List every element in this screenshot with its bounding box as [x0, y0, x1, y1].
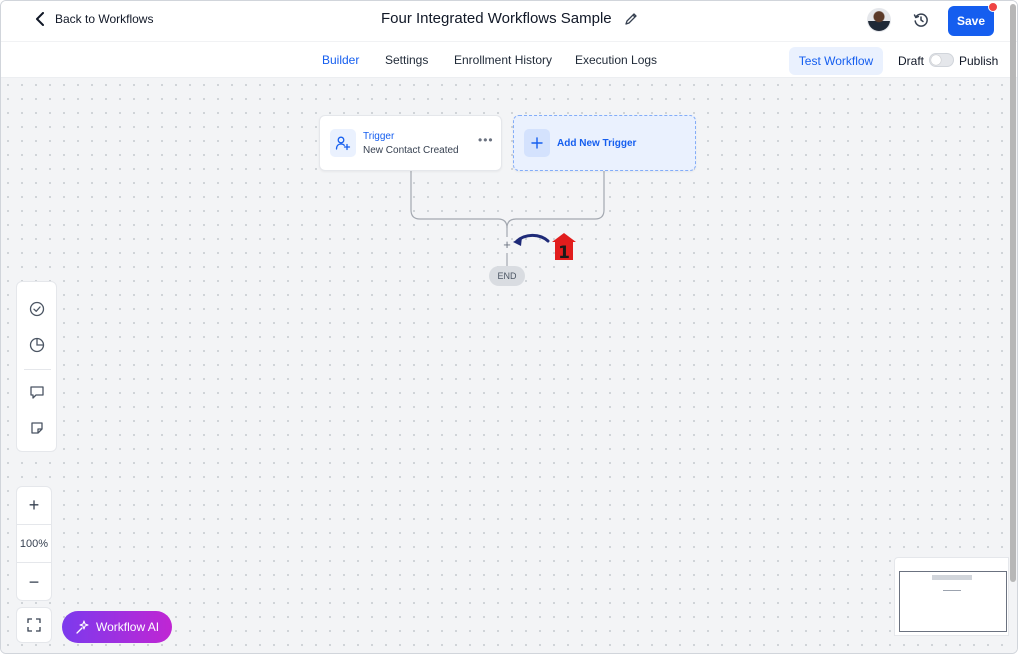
zoom-in-button[interactable]: + [17, 487, 51, 523]
trigger-subtitle: New Contact Created [363, 145, 459, 156]
more-options-icon[interactable]: ••• [478, 133, 494, 147]
workflow-ai-button[interactable]: Workflow AI [62, 611, 172, 643]
expand-icon [27, 618, 41, 632]
zoom-controls: + 100% − [16, 486, 52, 601]
tab-builder[interactable]: Builder [322, 53, 360, 80]
add-new-trigger-button[interactable]: Add New Trigger [513, 115, 696, 171]
comment-icon[interactable] [27, 382, 47, 402]
sticky-note-icon[interactable] [27, 418, 47, 438]
publish-toggle[interactable] [929, 53, 954, 67]
clock-history-icon[interactable] [913, 12, 929, 28]
plus-icon [524, 129, 550, 157]
zoom-level: 100% [17, 524, 51, 563]
sparkles-icon [76, 620, 89, 634]
back-to-workflows-link[interactable]: Back to Workflows [35, 12, 153, 26]
minimap[interactable] [894, 557, 1009, 636]
minimap-node [932, 575, 972, 580]
annotation-number: 1 [558, 243, 570, 263]
trigger-node[interactable]: Trigger New Contact Created ••• [319, 115, 502, 171]
draft-label: Draft [898, 54, 925, 68]
tab-enrollment-history[interactable]: Enrollment History [454, 53, 552, 67]
save-button[interactable]: Save [948, 2, 998, 36]
workflow-title: Four Integrated Workflows Sample [381, 10, 638, 27]
chevron-left-icon [36, 12, 44, 26]
trigger-title: Trigger [363, 131, 395, 142]
canvas-tools-panel [16, 281, 57, 452]
check-circle-icon[interactable] [27, 299, 47, 319]
zoom-out-button[interactable]: − [17, 564, 51, 600]
back-label: Back to Workflows [55, 12, 154, 26]
publish-label: Publish [959, 54, 999, 68]
minimap-viewport[interactable] [899, 571, 1007, 632]
pencil-icon[interactable] [624, 12, 638, 26]
pie-chart-icon[interactable] [27, 335, 47, 355]
workflow-title-text: Four Integrated Workflows Sample [381, 10, 612, 27]
workflow-canvas[interactable]: Trigger New Contact Created ••• Add New … [1, 78, 1009, 653]
save-label: Save [956, 14, 986, 28]
tools-divider [24, 369, 51, 370]
end-node: END [489, 266, 525, 286]
annotation-arrow-marker: 1 [513, 233, 576, 263]
tab-settings[interactable]: Settings [385, 53, 428, 67]
scrollbar-thumb[interactable] [1010, 4, 1016, 582]
unsaved-changes-dot [988, 2, 998, 12]
connector-lines [410, 171, 605, 266]
fit-to-screen-button[interactable] [16, 607, 52, 643]
top-bar: Back to Workflows Four Integrated Workfl… [1, 1, 1017, 41]
minimap-node [943, 590, 961, 591]
user-avatar[interactable] [867, 8, 891, 32]
add-new-trigger-label: Add New Trigger [557, 138, 637, 149]
tab-execution-logs[interactable]: Execution Logs [575, 53, 657, 67]
workflow-ai-label: Workflow AI [96, 620, 160, 634]
add-user-icon [330, 129, 356, 157]
tabs-bar: Builder Settings Enrollment History Exec… [1, 41, 1017, 80]
workflow-builder-window: Back to Workflows Four Integrated Workfl… [0, 0, 1018, 654]
test-workflow-button[interactable]: Test Workflow [789, 47, 883, 75]
